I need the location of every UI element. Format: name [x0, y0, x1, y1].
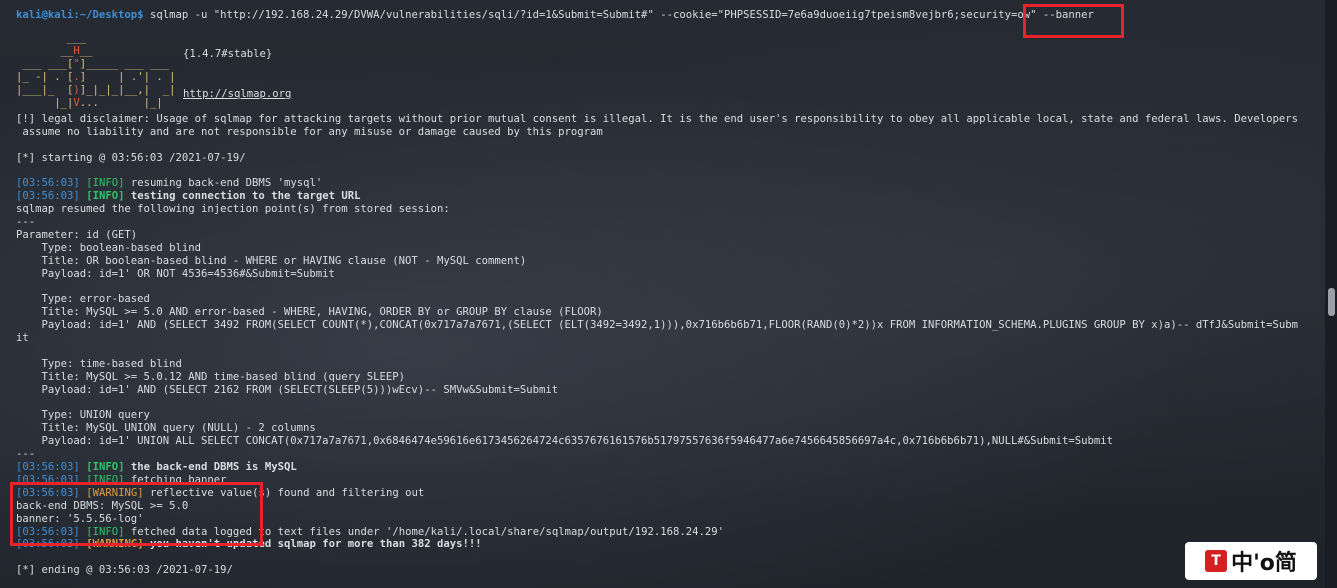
log-line: [03:56:03] [INFO] resuming back-end DBMS…: [16, 177, 323, 190]
version-label: {1.4.7#stable}: [183, 48, 273, 60]
starting-line: [*] starting @ 03:56:03 /2021-07-19/: [16, 151, 246, 164]
disclaimer-line: [!] legal disclaimer: Usage of sqlmap fo…: [16, 113, 1298, 125]
scrollbar[interactable]: [1325, 0, 1337, 588]
shirt-icon: T: [1205, 550, 1228, 572]
sqlmap-logo: ___ __H__ ___ ___["]_____ ___ ___ |_ -| …: [16, 32, 176, 109]
log-line: [03:56:03] [INFO] the back-end DBMS is M…: [16, 461, 297, 474]
ending-line: [*] ending @ 03:56:03 /2021-07-19/: [16, 564, 233, 577]
sqlmap-link[interactable]: http://sqlmap.org: [183, 88, 291, 100]
parameter-line: Parameter: id (GET): [16, 229, 138, 242]
scrollbar-thumb[interactable]: [1328, 288, 1335, 316]
log-line: sqlmap resumed the following injection p…: [16, 203, 450, 216]
log-line: [03:56:03] [INFO] testing connection to …: [16, 190, 361, 203]
highlight-box-banner-result: [10, 482, 263, 546]
highlight-box-banner-option: [1023, 4, 1124, 38]
disclaimer-line: assume no liability and are not responsi…: [16, 125, 603, 138]
watermark-logo: T 中'o简: [1185, 542, 1317, 580]
